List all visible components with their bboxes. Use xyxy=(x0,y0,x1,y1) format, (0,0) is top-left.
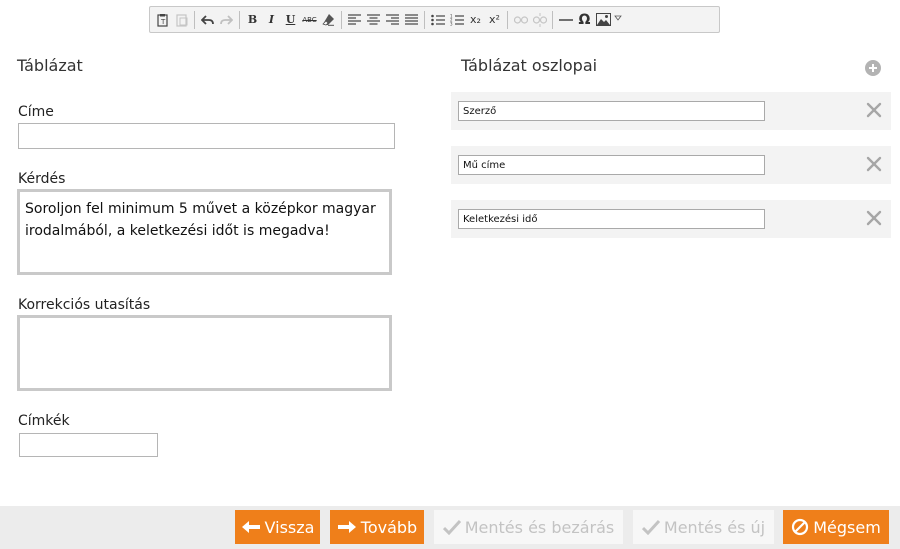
title-input[interactable] xyxy=(18,123,395,149)
save-and-new-label: Mentés és új xyxy=(663,517,766,537)
next-button[interactable]: Tovább xyxy=(330,510,424,544)
arrow-left-icon xyxy=(241,520,261,534)
numbered-list-icon[interactable]: 123 xyxy=(447,9,466,30)
link-icon[interactable] xyxy=(511,9,530,30)
checkmark-icon xyxy=(442,519,461,535)
remove-column-button[interactable] xyxy=(865,155,883,173)
image-icon[interactable] xyxy=(594,9,613,30)
toolbar-separator xyxy=(194,10,195,29)
toolbar-separator xyxy=(341,10,342,29)
column-row xyxy=(451,92,891,130)
back-button-label: Vissza xyxy=(264,517,315,537)
eraser-icon[interactable] xyxy=(319,9,338,30)
ban-icon xyxy=(791,518,809,536)
save-and-new-button[interactable]: Mentés és új xyxy=(633,510,774,544)
columns-title: Táblázat oszlopai xyxy=(461,56,598,75)
cancel-button[interactable]: Mégsem xyxy=(783,510,889,544)
close-icon xyxy=(866,156,882,172)
toolbar-separator xyxy=(424,10,425,29)
correction-label: Korrekciós utasítás xyxy=(18,297,151,313)
close-icon xyxy=(866,102,882,118)
cancel-button-label: Mégsem xyxy=(813,517,881,537)
column-row xyxy=(451,200,891,238)
svg-text:T: T xyxy=(160,18,166,26)
question-label: Kérdés xyxy=(18,171,66,187)
save-and-close-button[interactable]: Mentés és bezárás xyxy=(434,510,623,544)
column-name-input[interactable] xyxy=(458,155,765,175)
italic-button[interactable]: I xyxy=(262,9,281,30)
add-column-button[interactable] xyxy=(865,60,881,76)
svg-text:3: 3 xyxy=(450,21,453,26)
tags-input[interactable] xyxy=(19,433,158,457)
undo-icon[interactable] xyxy=(198,9,217,30)
close-icon xyxy=(866,210,882,226)
redo-icon[interactable] xyxy=(217,9,236,30)
toolbar-separator xyxy=(239,10,240,29)
question-textarea[interactable]: Soroljon fel minimum 5 művet a középkor … xyxy=(17,189,392,275)
column-name-input[interactable] xyxy=(458,101,765,121)
toolbar-separator xyxy=(552,10,553,29)
paste-text-icon[interactable]: T xyxy=(153,9,172,30)
arrow-right-icon xyxy=(337,520,357,534)
column-row xyxy=(451,146,891,184)
unlink-icon[interactable] xyxy=(530,9,549,30)
underline-button[interactable]: U xyxy=(281,9,300,30)
align-center-icon[interactable] xyxy=(364,9,383,30)
remove-column-button[interactable] xyxy=(865,101,883,119)
column-name-input[interactable] xyxy=(458,209,765,229)
horizontal-line-icon[interactable] xyxy=(556,9,575,30)
editor-toolbar: T B I U ABC 123 x₂ x² Ω xyxy=(149,6,720,33)
subscript-button[interactable]: x₂ xyxy=(466,9,485,30)
save-and-close-label: Mentés és bezárás xyxy=(464,517,615,537)
toolbar-separator xyxy=(507,10,508,29)
back-button[interactable]: Vissza xyxy=(235,510,320,544)
footer-bar: Vissza Tovább Mentés és bezárás Mentés é… xyxy=(0,506,900,549)
justify-icon[interactable] xyxy=(402,9,421,30)
tags-label: Címkék xyxy=(18,413,70,429)
superscript-button[interactable]: x² xyxy=(485,9,504,30)
plus-icon xyxy=(869,64,877,72)
title-label: Címe xyxy=(18,104,54,120)
toolbar-collapse-icon[interactable] xyxy=(613,7,623,28)
align-left-icon[interactable] xyxy=(345,9,364,30)
checkmark-icon xyxy=(641,519,660,535)
next-button-label: Tovább xyxy=(360,517,418,537)
bulleted-list-icon[interactable] xyxy=(428,9,447,30)
special-char-button[interactable]: Ω xyxy=(575,9,594,30)
bold-button[interactable]: B xyxy=(243,9,262,30)
correction-textarea[interactable] xyxy=(17,315,392,391)
paste-word-icon[interactable] xyxy=(172,9,191,30)
form-title: Táblázat xyxy=(17,56,83,75)
remove-column-button[interactable] xyxy=(865,209,883,227)
strikethrough-button[interactable]: ABC xyxy=(300,9,319,30)
align-right-icon[interactable] xyxy=(383,9,402,30)
